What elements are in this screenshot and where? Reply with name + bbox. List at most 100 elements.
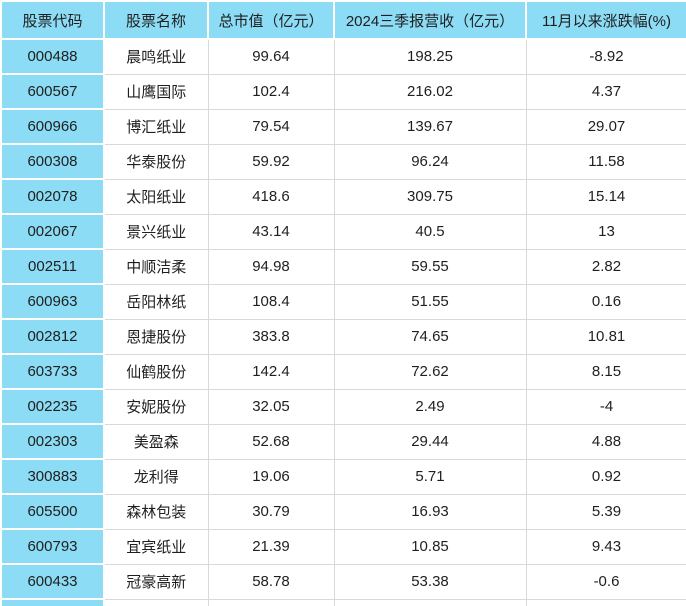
market-cap-cell: 102.4 — [207, 73, 335, 110]
change-pct-cell: 4.37 — [525, 73, 686, 110]
stock-name-cell: 森林包装 — [103, 493, 209, 530]
stock-code-cell: 002078 — [0, 178, 105, 215]
q3-revenue-cell: 59.55 — [333, 248, 527, 285]
empty-cell — [207, 598, 335, 606]
change-pct-cell: 13 — [525, 213, 686, 250]
stock-name-cell: 仙鹤股份 — [103, 353, 209, 390]
stock-name-cell: 恩捷股份 — [103, 318, 209, 355]
column-header-market-cap: 总市值（亿元） — [207, 0, 335, 40]
q3-revenue-cell: 96.24 — [333, 143, 527, 180]
q3-revenue-cell: 309.75 — [333, 178, 527, 215]
stock-name-cell: 中顺洁柔 — [103, 248, 209, 285]
stock-name-cell: 宜宾纸业 — [103, 528, 209, 565]
market-cap-cell: 32.05 — [207, 388, 335, 425]
table-row: 603733 仙鹤股份 142.4 72.62 8.15 — [0, 353, 686, 390]
market-cap-cell: 383.8 — [207, 318, 335, 355]
q3-revenue-cell: 216.02 — [333, 73, 527, 110]
q3-revenue-cell: 29.44 — [333, 423, 527, 460]
market-cap-cell: 79.54 — [207, 108, 335, 145]
market-cap-cell: 19.06 — [207, 458, 335, 495]
change-pct-cell: 9.43 — [525, 528, 686, 565]
stock-name-cell: 博汇纸业 — [103, 108, 209, 145]
change-pct-cell: -0.6 — [525, 563, 686, 600]
market-cap-cell: 30.79 — [207, 493, 335, 530]
table-row: 300883 龙利得 19.06 5.71 0.92 — [0, 458, 686, 495]
change-pct-cell: 0.92 — [525, 458, 686, 495]
market-cap-cell: 418.6 — [207, 178, 335, 215]
stock-name-cell: 太阳纸业 — [103, 178, 209, 215]
stock-name-cell: 安妮股份 — [103, 388, 209, 425]
empty-cell — [525, 598, 686, 606]
table-row: 600567 山鹰国际 102.4 216.02 4.37 — [0, 73, 686, 110]
column-header-stock-code: 股票代码 — [0, 0, 105, 40]
stock-code-cell: 600966 — [0, 108, 105, 145]
stock-code-cell: 002511 — [0, 248, 105, 285]
q3-revenue-cell: 16.93 — [333, 493, 527, 530]
table-row: 002235 安妮股份 32.05 2.49 -4 — [0, 388, 686, 425]
stock-code-cell: 600567 — [0, 73, 105, 110]
column-header-q3-revenue: 2024三季报营收（亿元） — [333, 0, 527, 40]
table-row: 600793 宜宾纸业 21.39 10.85 9.43 — [0, 528, 686, 565]
market-cap-cell: 99.64 — [207, 38, 335, 75]
table-row: 000488 晨鸣纸业 99.64 198.25 -8.92 — [0, 38, 686, 75]
change-pct-cell: 10.81 — [525, 318, 686, 355]
change-pct-cell: 0.16 — [525, 283, 686, 320]
table-row: 002812 恩捷股份 383.8 74.65 10.81 — [0, 318, 686, 355]
change-pct-cell: -8.92 — [525, 38, 686, 75]
stock-code-cell: 600793 — [0, 528, 105, 565]
stock-name-cell: 华泰股份 — [103, 143, 209, 180]
stock-name-cell: 景兴纸业 — [103, 213, 209, 250]
market-cap-cell: 94.98 — [207, 248, 335, 285]
partial-bottom-row — [0, 598, 686, 606]
stock-code-cell-empty — [0, 598, 105, 606]
change-pct-cell: -4 — [525, 388, 686, 425]
table-row: 600966 博汇纸业 79.54 139.67 29.07 — [0, 108, 686, 145]
q3-revenue-cell: 139.67 — [333, 108, 527, 145]
stock-table-container: 股票代码 股票名称 总市值（亿元） 2024三季报营收（亿元） 11月以来涨跌幅… — [0, 0, 686, 606]
stock-name-cell: 美盈森 — [103, 423, 209, 460]
market-cap-cell: 43.14 — [207, 213, 335, 250]
market-cap-cell: 142.4 — [207, 353, 335, 390]
stock-code-cell: 605500 — [0, 493, 105, 530]
stock-name-cell: 冠豪高新 — [103, 563, 209, 600]
change-pct-cell: 8.15 — [525, 353, 686, 390]
stock-code-cell: 600308 — [0, 143, 105, 180]
change-pct-cell: 4.88 — [525, 423, 686, 460]
market-cap-cell: 108.4 — [207, 283, 335, 320]
stock-name-cell: 山鹰国际 — [103, 73, 209, 110]
table-row: 002078 太阳纸业 418.6 309.75 15.14 — [0, 178, 686, 215]
stock-table: 股票代码 股票名称 总市值（亿元） 2024三季报营收（亿元） 11月以来涨跌幅… — [0, 0, 686, 606]
table-row: 002511 中顺洁柔 94.98 59.55 2.82 — [0, 248, 686, 285]
stock-name-cell: 龙利得 — [103, 458, 209, 495]
q3-revenue-cell: 2.49 — [333, 388, 527, 425]
empty-cell — [333, 598, 527, 606]
stock-code-cell: 300883 — [0, 458, 105, 495]
change-pct-cell: 29.07 — [525, 108, 686, 145]
stock-code-cell: 002812 — [0, 318, 105, 355]
table-row: 002067 景兴纸业 43.14 40.5 13 — [0, 213, 686, 250]
stock-name-cell: 晨鸣纸业 — [103, 38, 209, 75]
market-cap-cell: 21.39 — [207, 528, 335, 565]
stock-code-cell: 002303 — [0, 423, 105, 460]
q3-revenue-cell: 53.38 — [333, 563, 527, 600]
stock-name-cell: 岳阳林纸 — [103, 283, 209, 320]
change-pct-cell: 11.58 — [525, 143, 686, 180]
table-row: 600963 岳阳林纸 108.4 51.55 0.16 — [0, 283, 686, 320]
table-header-row: 股票代码 股票名称 总市值（亿元） 2024三季报营收（亿元） 11月以来涨跌幅… — [0, 0, 686, 40]
stock-code-cell: 600963 — [0, 283, 105, 320]
column-header-change-pct: 11月以来涨跌幅(%) — [525, 0, 686, 40]
q3-revenue-cell: 51.55 — [333, 283, 527, 320]
q3-revenue-cell: 10.85 — [333, 528, 527, 565]
table-row: 605500 森林包装 30.79 16.93 5.39 — [0, 493, 686, 530]
market-cap-cell: 59.92 — [207, 143, 335, 180]
table-body: 000488 晨鸣纸业 99.64 198.25 -8.92 600567 山鹰国际 102.… — [0, 38, 686, 606]
q3-revenue-cell: 5.71 — [333, 458, 527, 495]
table-row: 600433 冠豪高新 58.78 53.38 -0.6 — [0, 563, 686, 600]
change-pct-cell: 15.14 — [525, 178, 686, 215]
column-header-stock-name: 股票名称 — [103, 0, 209, 40]
empty-cell — [103, 598, 209, 606]
q3-revenue-cell: 198.25 — [333, 38, 527, 75]
table-row: 002303 美盈森 52.68 29.44 4.88 — [0, 423, 686, 460]
stock-code-cell: 002235 — [0, 388, 105, 425]
stock-code-cell: 002067 — [0, 213, 105, 250]
